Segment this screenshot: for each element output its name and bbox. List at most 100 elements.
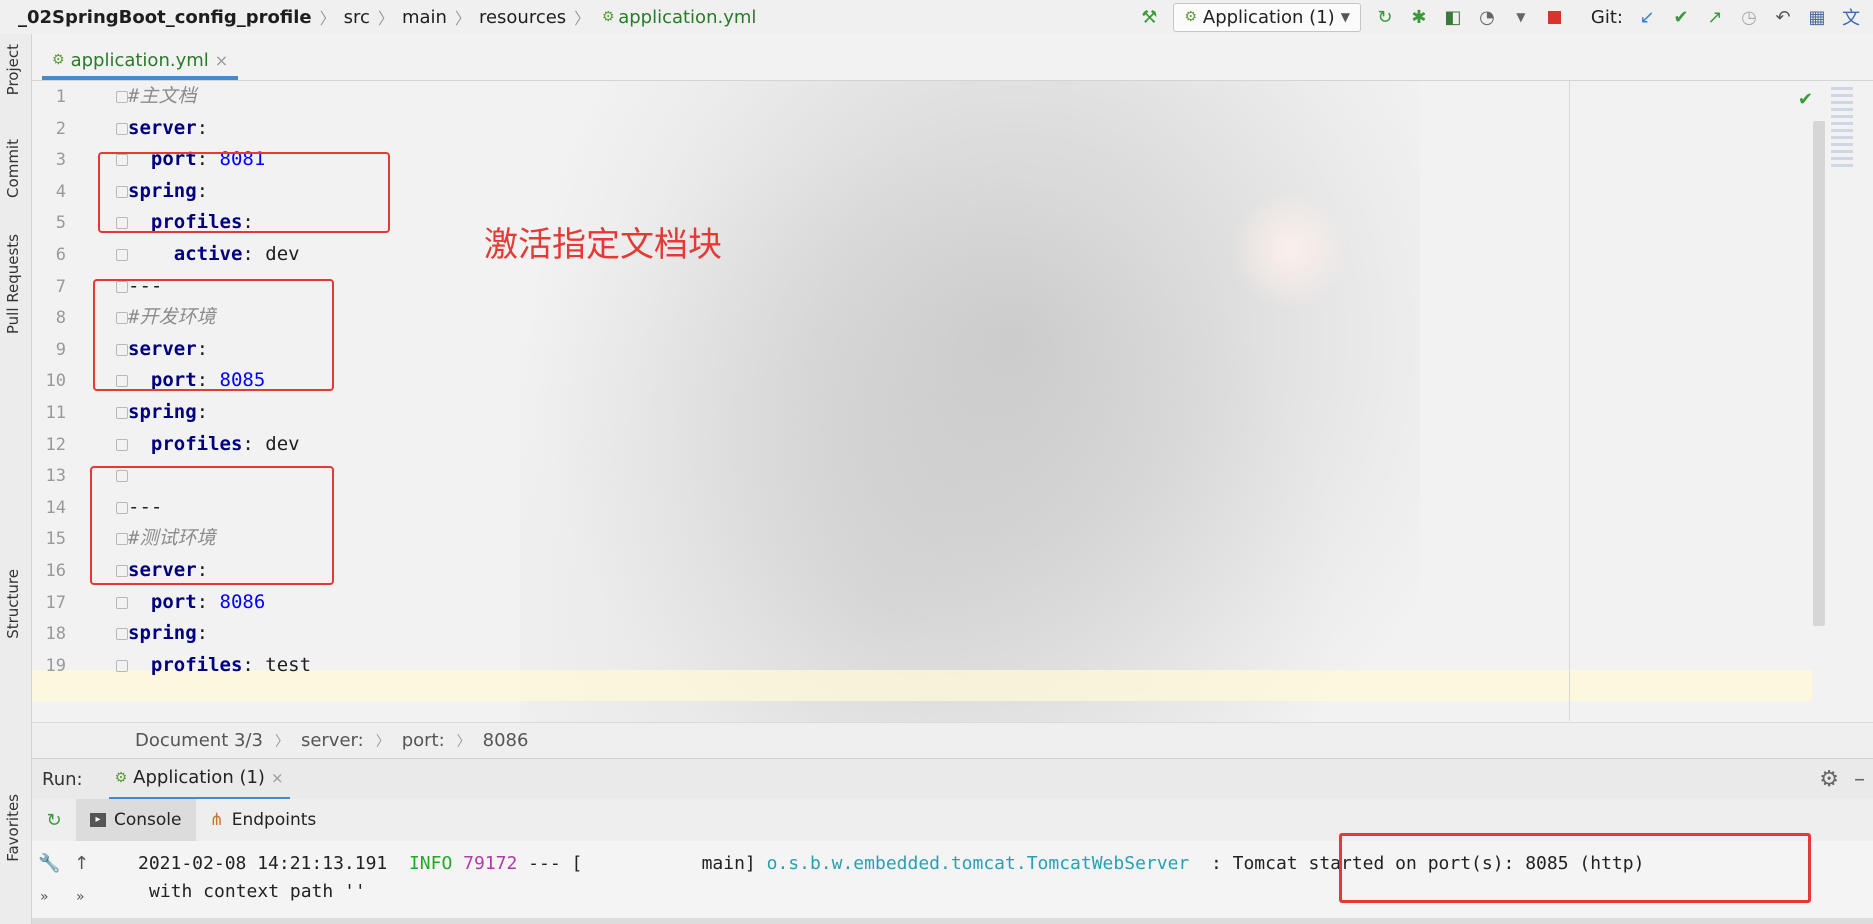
annotation-box-console	[1339, 833, 1811, 903]
code-line[interactable]: profiles: test	[128, 650, 311, 681]
editor-breadcrumb-value[interactable]: 8086	[483, 730, 529, 751]
git-update-icon[interactable]: ↙	[1637, 7, 1657, 28]
debug-icon[interactable]: ✱	[1409, 7, 1429, 28]
favorites-tool-button[interactable]: Favorites	[4, 794, 22, 862]
line-number: 9	[55, 340, 66, 360]
bottom-tool-stripe	[32, 918, 1873, 924]
project-structure-icon[interactable]: ▦	[1807, 7, 1827, 28]
code-line[interactable]: spring:	[128, 618, 208, 649]
fold-marker-icon[interactable]	[116, 91, 128, 103]
annotation-text: 激活指定文档块	[484, 225, 722, 265]
git-push-icon[interactable]: ↗	[1705, 7, 1725, 28]
translate-icon[interactable]: 文	[1841, 7, 1861, 29]
tab-application-yml[interactable]: ⚙ application.yml ×	[42, 44, 239, 80]
rerun-icon[interactable]: ↻	[1375, 7, 1395, 28]
log-timestamp: 2021-02-08 14:21:13.191	[138, 853, 388, 874]
editor-tab-bar: ⚙ application.yml ×	[32, 34, 1873, 81]
log-separator: --- [	[528, 853, 583, 874]
structure-tool-button[interactable]: Structure	[4, 569, 22, 639]
coverage-icon[interactable]: ◧	[1443, 7, 1463, 28]
chevron-right-icon: 〉	[574, 9, 591, 28]
spring-yaml-icon: ⚙	[601, 9, 615, 25]
close-icon[interactable]: ×	[215, 51, 228, 70]
rerun-icon[interactable]: ↻	[32, 810, 76, 831]
chevron-right-icon: 〉	[274, 733, 289, 750]
build-hammer-icon[interactable]: ⚒	[1139, 7, 1159, 28]
console-icon: ▸	[90, 813, 106, 827]
annotation-box-dev	[93, 279, 334, 391]
main-toolbar: ⚒ ⚙ Application (1) ▼ ↻ ✱ ◧ ◔ ▼ Git: ↙ ✔…	[1139, 0, 1873, 34]
chevron-right-icon: 〉	[377, 9, 394, 28]
code-token: 8086	[219, 591, 266, 613]
chevron-right-icon: 〉	[456, 733, 471, 750]
fold-marker-icon[interactable]	[116, 407, 128, 419]
line-number: 12	[45, 435, 66, 455]
code-line[interactable]: server:	[128, 113, 208, 144]
run-tab-application[interactable]: ⚙ Application (1) ×	[108, 759, 290, 800]
code-token: : dev	[242, 243, 300, 265]
line-number: 7	[55, 277, 66, 297]
editor-breadcrumb-port[interactable]: port:	[402, 730, 445, 751]
tab-console[interactable]: ▸ Console	[76, 799, 196, 841]
code-line[interactable]: profiles: dev	[128, 429, 300, 460]
code-line[interactable]: #主文档	[128, 81, 196, 112]
console-tab-label: Console	[114, 810, 182, 830]
project-tool-button[interactable]: Project	[4, 44, 22, 95]
expand-more-icon[interactable]: »	[40, 889, 49, 905]
breadcrumb-project[interactable]: _02SpringBoot_config_profile	[18, 7, 312, 28]
line-number: 15	[45, 529, 66, 549]
line-number: 14	[45, 498, 66, 518]
tab-endpoints[interactable]: ⋔ Endpoints	[196, 799, 331, 841]
gear-icon[interactable]: ⚙	[1819, 767, 1839, 792]
log-colon: :	[1210, 853, 1222, 874]
breadcrumb-main[interactable]: main	[402, 7, 447, 28]
endpoints-icon: ⋔	[209, 810, 224, 830]
editor-breadcrumb-server[interactable]: server:	[301, 730, 364, 751]
editor-breadcrumb-document[interactable]: Document 3/3	[135, 730, 263, 751]
breadcrumb: _02SpringBoot_config_profile 〉 src 〉 mai…	[0, 5, 756, 29]
close-icon[interactable]: ×	[271, 769, 284, 787]
endpoints-tab-label: Endpoints	[231, 810, 317, 830]
editor-breadcrumb: Document 3/3 〉 server: 〉 port: 〉 8086	[32, 722, 1873, 758]
code-editor[interactable]: 1 2 3 4 5 6 7 8 9 10 11 12 13 14 15 16 17 18 19 #主文档 server…	[32, 81, 1873, 721]
profiler-icon[interactable]: ◔	[1477, 7, 1497, 28]
line-number: 13	[45, 466, 66, 486]
expand-more-icon[interactable]: »	[76, 889, 85, 905]
chevron-right-icon: 〉	[375, 733, 390, 750]
breadcrumb-file[interactable]: application.yml	[618, 7, 756, 28]
fold-marker-icon[interactable]	[116, 628, 128, 640]
stop-icon[interactable]	[1545, 7, 1565, 27]
log-logger[interactable]: o.s.b.w.embedded.tomcat.TomcatWebServer	[767, 853, 1190, 874]
code-line[interactable]: spring:	[128, 397, 208, 428]
more-run-options-icon[interactable]: ▼	[1511, 7, 1531, 27]
code-line[interactable]: active: dev	[128, 239, 300, 270]
fold-marker-icon[interactable]	[116, 439, 128, 451]
arrow-up-icon[interactable]: ↑	[74, 853, 89, 874]
chevron-right-icon: 〉	[319, 9, 336, 28]
fold-marker-icon[interactable]	[116, 660, 128, 672]
line-number: 2	[55, 119, 66, 139]
fold-marker-icon[interactable]	[116, 597, 128, 609]
left-tool-stripe: Project Commit Pull Requests Structure F…	[0, 34, 32, 924]
code-line[interactable]: port: 8086	[128, 587, 265, 618]
fold-marker-icon[interactable]	[116, 249, 128, 261]
wrench-icon[interactable]: 🔧	[38, 853, 60, 874]
pull-requests-tool-button[interactable]: Pull Requests	[4, 234, 22, 334]
run-configuration-select[interactable]: ⚙ Application (1) ▼	[1173, 2, 1361, 32]
git-commit-icon[interactable]: ✔	[1671, 7, 1691, 28]
minimize-icon[interactable]: –	[1854, 767, 1865, 792]
code-token: :	[196, 622, 209, 644]
right-margin-guide	[1569, 81, 1570, 721]
code-minimap[interactable]	[1831, 87, 1853, 167]
line-number: 1	[55, 87, 66, 107]
editor-scrollbar[interactable]	[1813, 121, 1825, 626]
breadcrumb-src[interactable]: src	[344, 7, 370, 28]
rollback-icon[interactable]: ↶	[1773, 7, 1793, 28]
commit-tool-button[interactable]: Commit	[4, 139, 22, 198]
history-icon[interactable]: ◷	[1739, 7, 1759, 28]
breadcrumb-resources[interactable]: resources	[479, 7, 566, 28]
fold-marker-icon[interactable]	[116, 123, 128, 135]
